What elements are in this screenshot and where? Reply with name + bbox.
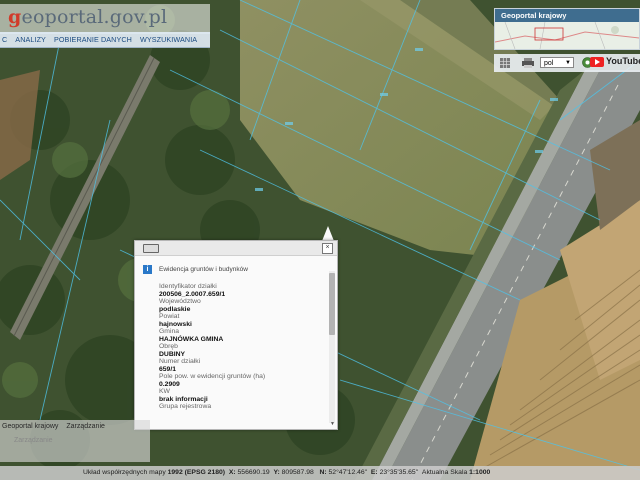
grid-icon[interactable]: [500, 58, 510, 68]
layers-sub-item[interactable]: Zarządzanie: [14, 437, 53, 444]
field-label: Numer działki: [159, 358, 201, 365]
menu-item-pobieranie-danych[interactable]: POBIERANIE DANYCH: [54, 35, 132, 44]
field-label: Powiat: [159, 313, 180, 320]
popup-pointer: [322, 226, 334, 241]
y-label: Y:: [273, 469, 280, 476]
field-value: podlaskie: [159, 305, 191, 313]
field-value: 0.2909: [159, 380, 180, 388]
menu-item-truncated[interactable]: C: [2, 35, 7, 44]
logo-text: geoportal.gov.pl: [8, 6, 167, 28]
menu-item-wyszukiwania[interactable]: WYSZUKIWANIA: [140, 35, 197, 44]
n-label: N:: [319, 469, 327, 476]
field-value: DUBINY: [159, 350, 186, 358]
field-value: HAJNÓWKA GMINA: [159, 335, 224, 343]
field-label: Gmina: [159, 328, 180, 335]
chevron-down-icon: ▼: [565, 60, 571, 66]
overview-title: Geoportal krajowy: [495, 9, 639, 22]
popup-title: Ewidencja gruntów i budynków: [159, 266, 248, 273]
field-value: 200506_2.0007.659/1: [159, 290, 226, 298]
scroll-down-icon[interactable]: ▼: [330, 421, 335, 427]
language-select-value: pol: [544, 60, 554, 67]
close-icon[interactable]: ×: [322, 243, 333, 254]
coord-system-value: 1992 (EPSG 2180): [167, 469, 226, 476]
print-icon[interactable]: [522, 58, 534, 68]
field-label: Identyfikator działki: [159, 283, 217, 290]
logo-mark: g: [8, 6, 22, 28]
field-label: Grupa rejestrowa: [159, 403, 212, 410]
coord-system-label: Układ współrzędnych mapy: [83, 469, 166, 476]
field-label: Pole pow. w ewidencji gruntów (ha): [159, 373, 266, 380]
menu-item-analizy[interactable]: ANALIZY: [15, 35, 46, 44]
info-icon: i: [143, 265, 152, 274]
geoportal-logo[interactable]: geoportal.gov.pl: [0, 4, 210, 34]
popup-menu-button[interactable]: [143, 244, 159, 253]
status-bar: Układ współrzędnych mapy 1992 (EPSG 2180…: [0, 466, 640, 480]
layers-tabs: Geoportal krajowy Zarządzanie: [2, 423, 111, 430]
field-value: brak informacji: [159, 395, 208, 403]
popup-scroll-thumb[interactable]: [329, 273, 335, 335]
scale-label: Aktualna Skala: [421, 469, 468, 476]
y-value: 809587.98: [281, 469, 314, 476]
youtube-icon[interactable]: [590, 57, 604, 67]
overview-map-panel[interactable]: Geoportal krajowy: [494, 8, 640, 50]
youtube-label[interactable]: YouTube: [606, 56, 640, 66]
field-label: Obręb: [159, 343, 178, 350]
field-value: hajnowski: [159, 320, 192, 328]
field-label: KW: [159, 388, 170, 395]
info-popup: × i Ewidencja gruntów i budynków Identyf…: [134, 240, 338, 430]
logo-domain: eoportal.gov.pl: [21, 6, 168, 28]
x-value: 556690.19: [237, 469, 270, 476]
n-value: 52°47'12.46": [328, 469, 368, 476]
field-value: 659/1: [159, 365, 177, 373]
language-select[interactable]: pol ▼: [540, 57, 574, 68]
overview-minimap[interactable]: [495, 22, 639, 49]
scale-value: 1:1000: [469, 469, 491, 476]
field-label: Województwo: [159, 298, 201, 305]
e-label: E:: [370, 469, 378, 476]
e-value: 23°35'35.65": [379, 469, 419, 476]
tab-geoportal-krajowy[interactable]: Geoportal krajowy: [2, 423, 58, 430]
x-label: X:: [228, 469, 236, 476]
tab-zarzadzanie[interactable]: Zarządzanie: [66, 423, 105, 430]
parcel-fields: Identyfikator działki 200506_2.0007.659/…: [159, 283, 325, 411]
main-menu: C ANALIZY POBIERANIE DANYCH WYSZUKIWANIA: [0, 32, 210, 48]
popup-header: ×: [135, 241, 337, 256]
